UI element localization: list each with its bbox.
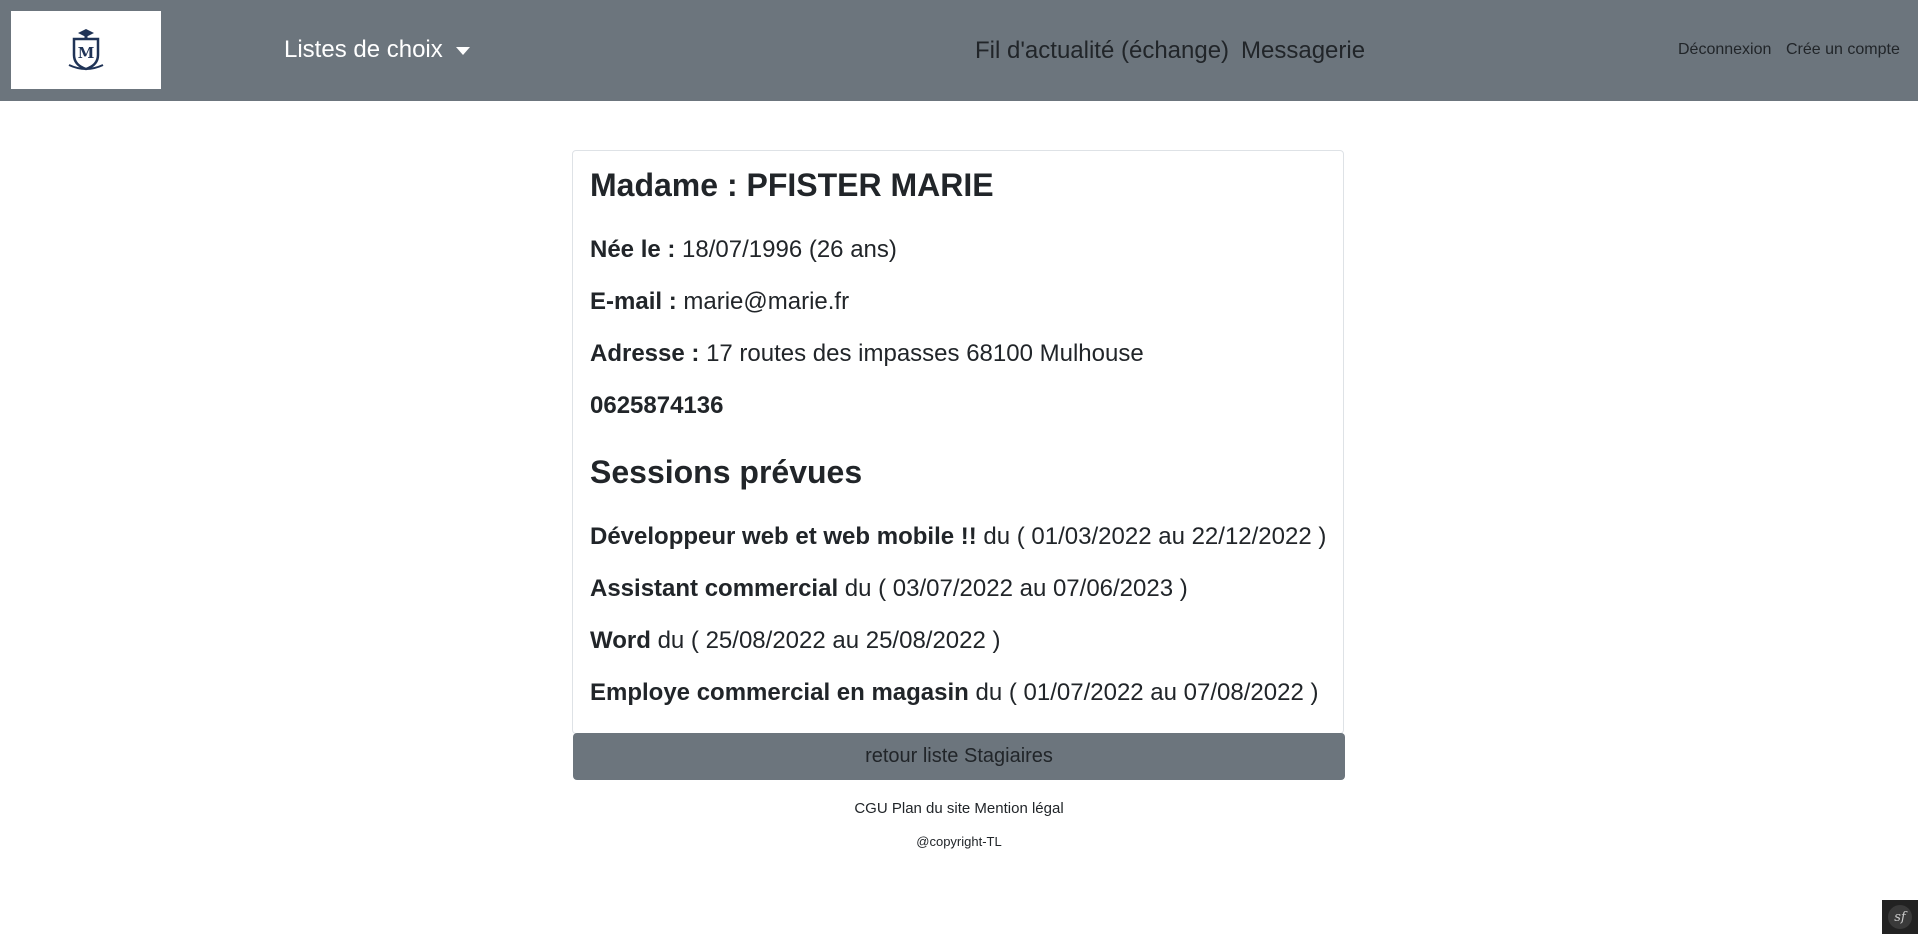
- birth-date-row: Née le : 18/07/1996 (26 ans): [590, 236, 897, 264]
- address-value: 17 routes des impasses 68100 Mulhouse: [706, 340, 1144, 367]
- session-item: Assistant commercial du ( 03/07/2022 au …: [590, 575, 1188, 603]
- footer-link-sitemap[interactable]: Plan du site: [892, 800, 970, 817]
- sessions-heading: Sessions prévues: [590, 454, 863, 490]
- address-row: Adresse : 17 routes des impasses 68100 M…: [590, 340, 1144, 368]
- choice-lists-dropdown[interactable]: Listes de choix: [284, 36, 470, 64]
- copyright: @copyright-TL: [916, 834, 1002, 849]
- email-row: E-mail : marie@marie.fr: [590, 288, 849, 316]
- brand-logo[interactable]: M: [11, 11, 161, 89]
- session-item: Word du ( 25/08/2022 au 25/08/2022 ): [590, 627, 1001, 655]
- phone-row: 0625874136: [590, 392, 723, 420]
- email-value: marie@marie.fr: [683, 288, 850, 315]
- birth-date-value: 18/07/1996 (26 ans): [682, 236, 897, 263]
- back-to-trainees-label: retour liste Stagiaires: [865, 745, 1053, 767]
- session-dates: du ( 03/07/2022 au 07/06/2023 ): [844, 575, 1188, 602]
- session-name: Développeur web et web mobile !!: [590, 523, 977, 550]
- email-label: E-mail :: [590, 288, 677, 315]
- trainee-card: Madame : PFISTER MARIE Née le : 18/07/19…: [572, 150, 1344, 734]
- birth-date-label: Née le :: [590, 236, 676, 263]
- footer-link-legal[interactable]: Mention légal: [974, 800, 1063, 817]
- nav-link-messages[interactable]: Messagerie: [1241, 37, 1365, 65]
- nav-link-news-feed[interactable]: Fil d'actualité (échange): [975, 37, 1229, 65]
- session-dates: du ( 25/08/2022 au 25/08/2022 ): [657, 627, 1001, 654]
- session-name: Employe commercial en magasin: [590, 679, 969, 706]
- session-item: Employe commercial en magasin du ( 01/07…: [590, 679, 1318, 707]
- choice-lists-label: Listes de choix: [284, 36, 443, 63]
- symfony-icon: sf: [1888, 905, 1912, 929]
- session-name: Assistant commercial: [590, 575, 839, 602]
- session-name: Word: [590, 627, 651, 654]
- nav-link-logout[interactable]: Déconnexion: [1678, 41, 1771, 59]
- session-dates: du ( 01/07/2022 au 07/08/2022 ): [975, 679, 1319, 706]
- navbar: M Listes de choix Fil d'actualité (échan…: [0, 0, 1918, 101]
- caret-down-icon: [455, 47, 470, 55]
- phone-value: 0625874136: [590, 392, 724, 419]
- session-dates: du ( 01/03/2022 au 22/12/2022 ): [983, 523, 1327, 550]
- footer-link-cgu[interactable]: CGU: [854, 800, 887, 817]
- address-label: Adresse :: [590, 340, 700, 367]
- symfony-toolbar-toggle[interactable]: sf: [1882, 900, 1918, 934]
- trainee-name-title: Madame : PFISTER MARIE: [590, 167, 994, 203]
- footer-links: CGU Plan du site Mention légal: [0, 800, 1918, 817]
- back-to-trainees-button[interactable]: retour liste Stagiaires: [573, 733, 1345, 780]
- svg-text:M: M: [78, 44, 95, 62]
- nav-link-signup[interactable]: Crée un compte: [1786, 41, 1900, 59]
- session-item: Développeur web et web mobile !! du ( 01…: [590, 523, 1326, 551]
- school-crest-icon: M: [68, 29, 104, 71]
